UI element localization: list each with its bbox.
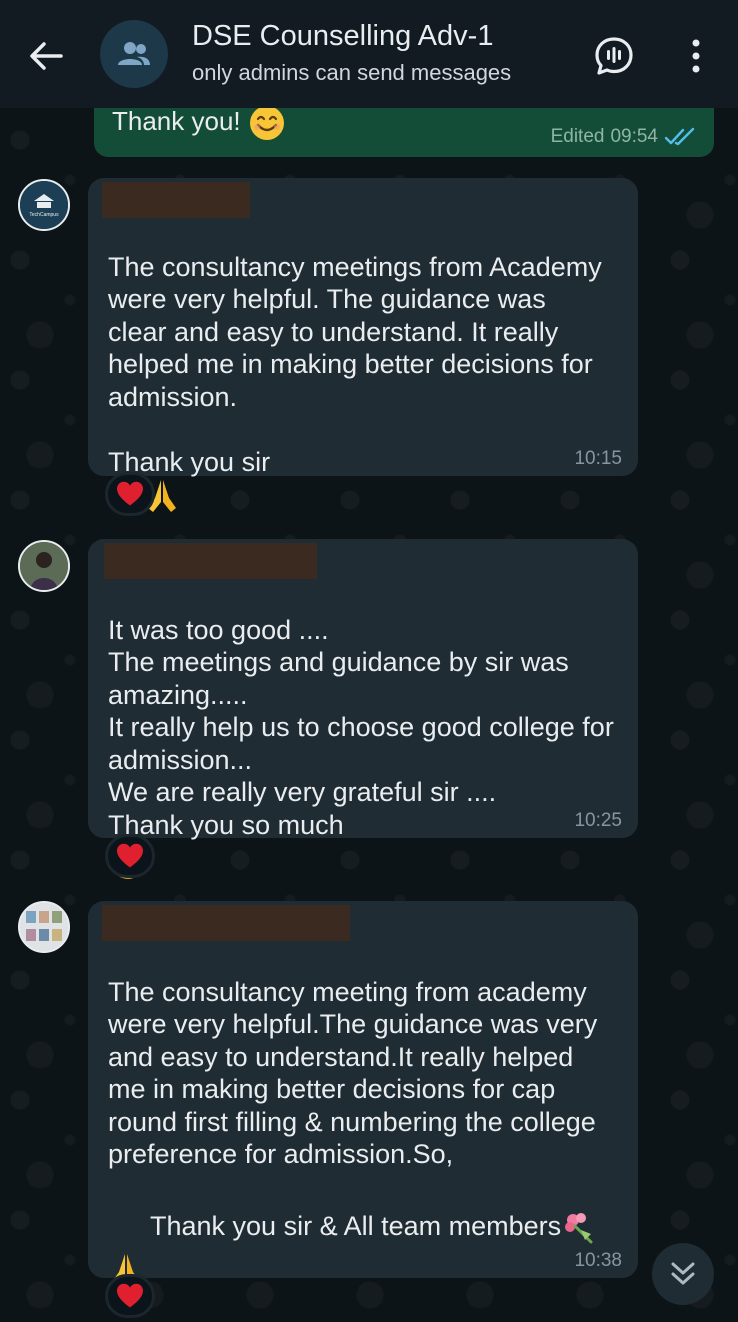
group-avatar[interactable]	[100, 20, 168, 88]
back-button[interactable]	[22, 32, 70, 80]
message-time: 10:38	[574, 1250, 622, 1271]
edited-label: Edited	[550, 126, 605, 147]
double-chevron-down-icon	[671, 1262, 695, 1285]
redacted-sender-name	[104, 543, 317, 579]
smiling-face-icon	[249, 106, 284, 140]
voice-chat-icon	[595, 37, 633, 75]
redacted-sender-name	[102, 905, 350, 941]
chat-title[interactable]: DSE Counselling Adv-1	[192, 20, 493, 53]
sender-avatar[interactable]	[18, 901, 70, 953]
scroll-to-bottom-button[interactable]	[652, 1243, 714, 1305]
techcampus-logo-icon: TechCampus	[20, 181, 68, 229]
svg-text:TechCampus: TechCampus	[29, 212, 59, 218]
message-emoji-line	[108, 1219, 628, 1288]
message-time: 10:25	[574, 810, 622, 831]
reaction-badge[interactable]	[105, 834, 155, 878]
more-vertical-icon	[692, 39, 700, 73]
outgoing-message-text: Thank you!	[112, 104, 286, 142]
chat-header: DSE Counselling Adv-1 only admins can se…	[0, 0, 738, 108]
double-check-icon	[664, 127, 695, 146]
red-heart-icon	[117, 843, 143, 868]
message-text: It was too good .... The meetings and gu…	[108, 581, 628, 881]
message-text: Thank you!	[112, 105, 241, 136]
message-text: The consultancy meeting from academy wer…	[108, 943, 628, 1171]
message-body: It was too good .... The meetings and gu…	[108, 614, 614, 840]
redacted-sender-name	[102, 182, 250, 218]
message-body: The consultancy meeting from academy wer…	[108, 976, 598, 1170]
red-heart-icon	[117, 481, 143, 506]
message-body: The consultancy meetings from Academy we…	[108, 251, 602, 477]
profile-photo-icon	[20, 542, 68, 590]
incoming-message[interactable]: The consultancy meeting from academy wer…	[88, 901, 638, 1286]
message-time: 09:54	[610, 126, 658, 147]
profile-photo-icon	[20, 903, 68, 951]
more-options-button[interactable]	[676, 34, 716, 78]
chat-subtitle: only admins can send messages	[192, 60, 512, 85]
message-time: 10:15	[574, 448, 622, 469]
sender-avatar[interactable]: TechCampus	[18, 179, 70, 231]
reaction-badge[interactable]	[105, 1274, 155, 1318]
message-text: The consultancy meetings from Academy we…	[108, 218, 628, 514]
incoming-message[interactable]: The consultancy meetings from Academy we…	[88, 178, 638, 512]
incoming-message[interactable]: It was too good .... The meetings and gu…	[88, 539, 638, 879]
group-icon	[118, 42, 150, 65]
reaction-badge[interactable]	[105, 472, 155, 516]
red-heart-icon	[117, 1283, 143, 1308]
outgoing-message-meta: Edited 09:54	[551, 126, 696, 148]
voice-chat-button[interactable]	[592, 34, 636, 78]
sender-avatar[interactable]	[18, 540, 70, 592]
arrow-left-icon	[30, 42, 63, 70]
